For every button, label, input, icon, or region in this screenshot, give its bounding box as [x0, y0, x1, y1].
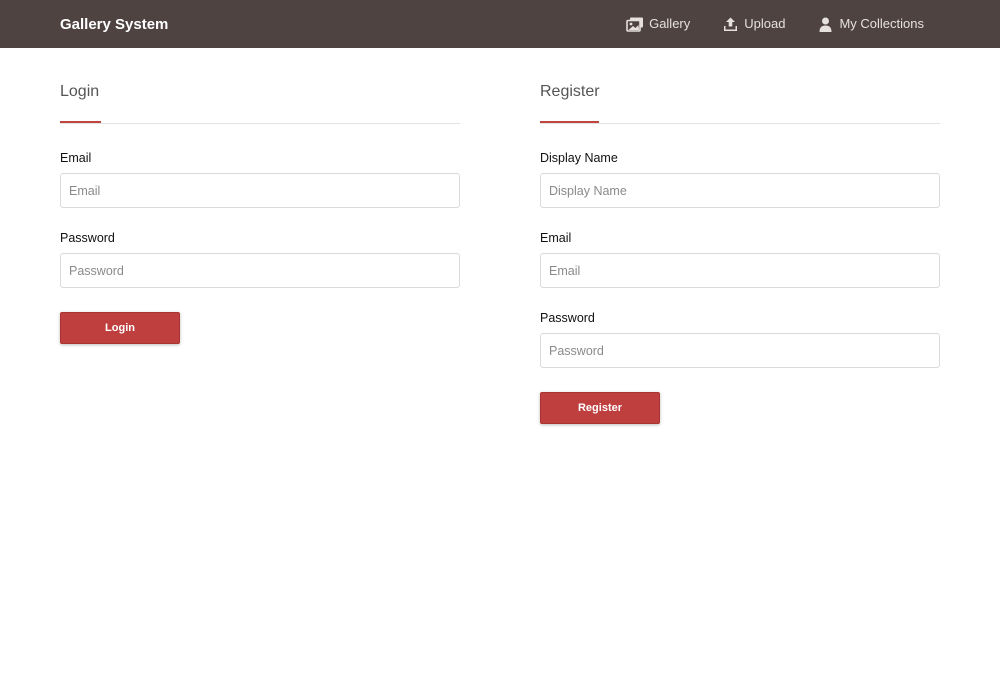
register-title-accent: [540, 121, 599, 123]
nav-item-gallery[interactable]: Gallery: [626, 14, 690, 34]
register-display-name-input[interactable]: [540, 173, 940, 208]
nav-item-label: Gallery: [649, 16, 691, 31]
nav-menu: Gallery Upload My Collections: [595, 14, 924, 34]
register-password-input[interactable]: [540, 333, 940, 368]
nav-item-label: My Collections: [839, 16, 924, 31]
register-button[interactable]: Register: [540, 392, 660, 424]
register-email-label: Email: [540, 231, 572, 245]
brand-link[interactable]: Gallery System: [60, 15, 168, 35]
nav-item-label: Upload: [744, 16, 786, 31]
top-navbar: Gallery System Gallery Upload My Collect…: [0, 0, 1000, 48]
login-title: Login: [60, 83, 100, 100]
login-password-label: Password: [60, 231, 115, 245]
register-title-divider: [540, 123, 940, 124]
nav-item-upload[interactable]: Upload: [721, 14, 785, 34]
register-title: Register: [540, 83, 600, 100]
register-email-input[interactable]: [540, 253, 940, 288]
user-icon: [816, 16, 834, 32]
nav-item-my-collections[interactable]: My Collections: [816, 14, 924, 34]
login-email-label: Email: [60, 151, 92, 165]
register-display-name-label: Display Name: [540, 151, 618, 165]
login-button[interactable]: Login: [60, 312, 180, 344]
login-email-input[interactable]: [60, 173, 460, 208]
register-password-label: Password: [540, 311, 595, 325]
images-icon: [626, 16, 644, 32]
upload-icon: [721, 16, 739, 32]
login-password-input[interactable]: [60, 253, 460, 288]
login-title-divider: [60, 123, 460, 124]
login-title-accent: [60, 121, 101, 123]
